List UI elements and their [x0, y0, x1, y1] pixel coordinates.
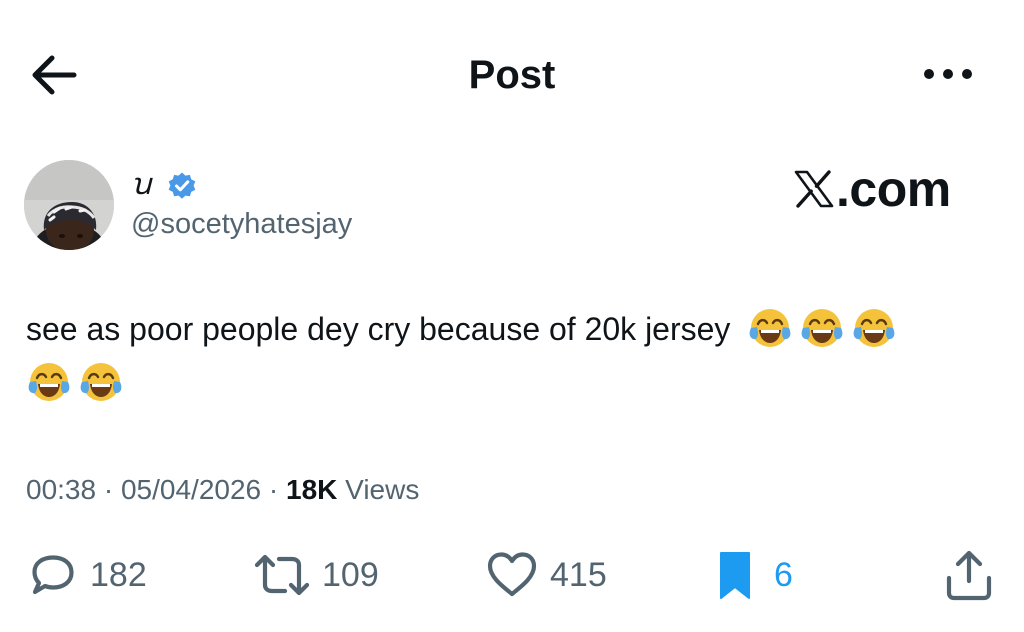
- reply-icon: [32, 555, 74, 595]
- brand-text: .com: [836, 161, 951, 217]
- bookmark-icon: [720, 552, 750, 599]
- like-button[interactable]: 415: [484, 548, 607, 602]
- face-with-tears-of-joy-icon: [801, 309, 843, 347]
- meta-separator: ·: [103, 474, 114, 505]
- heart-icon: [487, 552, 537, 597]
- like-count: 415: [550, 556, 607, 594]
- author-display-name[interactable]: ꭒ: [131, 167, 151, 203]
- share-button[interactable]: [944, 548, 994, 602]
- post-body: see as poor people dey cry because of 20…: [26, 302, 986, 410]
- avatar-photo: [24, 160, 114, 250]
- repost-count: 109: [322, 556, 379, 594]
- meta-separator: ·: [268, 474, 279, 505]
- post-emoji-row-2: [26, 363, 124, 401]
- top-bar: Post: [0, 0, 1024, 150]
- reply-count: 182: [90, 556, 147, 594]
- post-emoji-row-1: [739, 309, 897, 347]
- face-with-tears-of-joy-icon: [749, 309, 791, 347]
- brand-watermark: .com: [794, 161, 951, 217]
- face-with-tears-of-joy-icon: [80, 363, 122, 401]
- bookmark-button[interactable]: 6: [718, 548, 793, 602]
- post-date: 05/04/2026: [120, 474, 262, 505]
- post-text: see as poor people dey cry because of 20…: [26, 311, 731, 347]
- share-icon: [946, 550, 992, 601]
- post-metadata: 00:38 · 05/04/2026 · 18K Views: [26, 472, 419, 508]
- author-handle[interactable]: @socetyhatesjay: [131, 206, 352, 242]
- bookmark-count: 6: [774, 556, 793, 594]
- face-with-tears-of-joy-icon: [853, 309, 895, 347]
- more-horizontal-icon: [924, 69, 972, 79]
- more-options-button[interactable]: [918, 56, 978, 92]
- face-with-tears-of-joy-icon: [28, 363, 70, 401]
- repost-icon: [254, 554, 310, 596]
- post-time: 00:38: [26, 474, 97, 505]
- views-count[interactable]: 18K: [286, 474, 337, 505]
- views-label: Views: [345, 474, 420, 505]
- x-logo-icon: [794, 170, 834, 208]
- page-title: Post: [468, 53, 556, 97]
- verified-badge-icon: [168, 172, 196, 199]
- avatar[interactable]: [24, 160, 114, 250]
- reply-button[interactable]: 182: [26, 548, 147, 602]
- repost-button[interactable]: 109: [252, 548, 379, 602]
